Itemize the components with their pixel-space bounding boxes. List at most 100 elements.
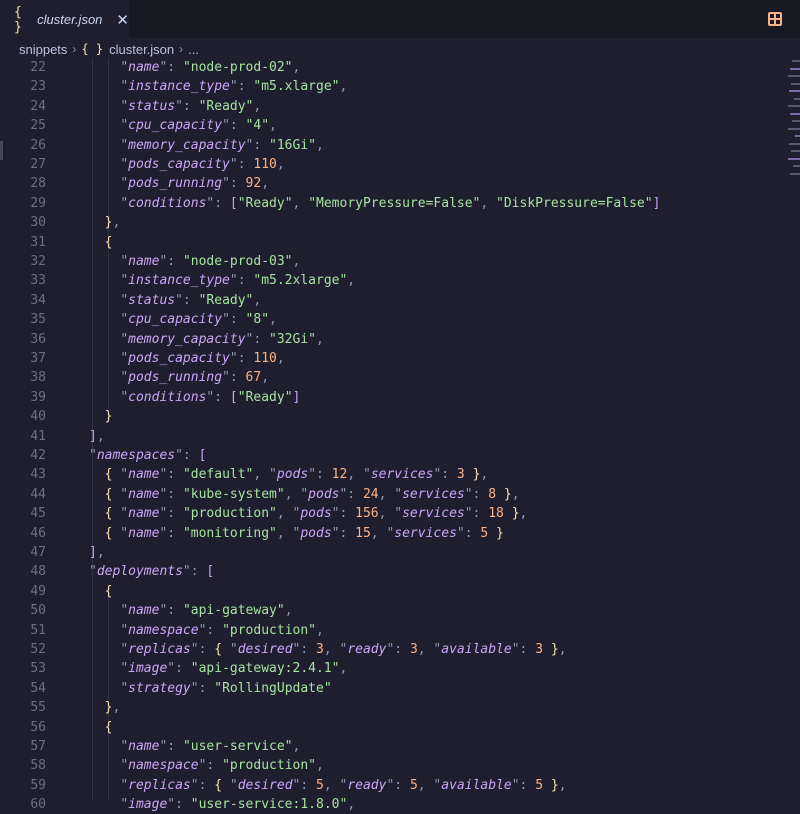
code-token: ": <box>206 389 230 405</box>
line-number: 38 <box>30 370 46 386</box>
breadcrumb-file[interactable]: cluster.json <box>109 42 174 57</box>
code-token: "production" <box>222 622 316 638</box>
code-text: "memory_capacity": "16Gi", <box>89 136 324 155</box>
line-number: 41 <box>30 428 46 444</box>
close-icon[interactable]: ✕ <box>116 11 129 29</box>
code-token: ": <box>222 312 246 328</box>
line-number: 45 <box>30 506 46 522</box>
code-token: , <box>316 622 324 638</box>
tab-title: cluster.json <box>37 12 103 27</box>
minimap-line <box>793 165 800 167</box>
code-token: [ <box>229 195 238 211</box>
code-token: " <box>120 642 129 657</box>
code-token: " <box>120 195 129 211</box>
code-token: ": <box>229 351 254 366</box>
line-number: 47 <box>30 545 46 560</box>
code-token: 8 <box>488 486 497 502</box>
code-token: services <box>394 525 457 541</box>
code-text: { <box>89 233 113 252</box>
code-token: services <box>402 486 465 502</box>
code-token: "node-prod-02" <box>182 60 293 75</box>
code-token: , <box>558 777 567 793</box>
line-number: 28 <box>30 176 46 192</box>
code-token: ": <box>159 254 183 269</box>
code-token: 18 <box>488 506 504 522</box>
code-token: cpu_capacity <box>128 312 223 328</box>
code-token: " <box>222 777 238 793</box>
code-token: ] <box>89 428 97 444</box>
code-token: "Ready" <box>198 98 254 114</box>
code-text: "cpu_capacity": "4", <box>89 116 277 135</box>
line-number: 53 <box>30 661 46 677</box>
code-token: " <box>89 564 97 580</box>
minimap[interactable] <box>786 58 800 183</box>
line-number: 40 <box>30 409 46 425</box>
breadcrumb-symbol[interactable]: ... <box>188 42 199 57</box>
breadcrumb: snippets › { } cluster.json › ... <box>0 38 800 60</box>
code-token: " <box>120 603 129 619</box>
code-text: "namespaces": [ <box>89 446 206 465</box>
code-token: strategy <box>128 680 191 696</box>
code-token: available <box>441 777 512 793</box>
code-text: "memory_capacity": "32Gi", <box>89 330 324 349</box>
tab-cluster-json[interactable]: { } cluster.json ✕ <box>0 0 129 38</box>
code-token: ": <box>167 797 191 813</box>
code-token: ": <box>292 642 317 657</box>
code-token: " <box>120 389 129 405</box>
code-token: "8" <box>245 312 270 328</box>
minimap-line <box>789 90 800 92</box>
line-number: 54 <box>30 680 46 696</box>
code-token: ": <box>206 195 230 211</box>
line-number: 49 <box>30 583 46 599</box>
minimap-line <box>788 157 800 160</box>
code-token: ": <box>159 603 183 619</box>
code-token: , " <box>323 642 348 657</box>
code-token: " <box>120 137 129 153</box>
code-token: 110 <box>253 351 277 366</box>
code-text: { "name": "default", "pods": 12, "servic… <box>89 465 489 484</box>
code-token: , <box>253 292 262 308</box>
minimap-line <box>791 82 800 85</box>
code-editor[interactable]: 22 "name": "node-prod-02", 23 "instance_t… <box>0 58 800 812</box>
code-token: ": <box>511 777 536 793</box>
code-token: ready <box>347 642 387 657</box>
code-token: ": <box>190 642 215 657</box>
code-token: 110 <box>253 157 277 172</box>
line-number: 23 <box>30 79 46 95</box>
code-token: services <box>402 506 465 522</box>
code-token: , <box>112 700 121 716</box>
code-text: "image": "user-service:1.8.0", <box>89 795 355 814</box>
code-text: "conditions": ["Ready"] <box>89 388 300 407</box>
code-text: "conditions": ["Ready", "MemoryPressure=… <box>89 194 660 213</box>
breadcrumb-folder[interactable]: snippets <box>19 42 67 57</box>
code-token: } <box>550 642 559 657</box>
code-text: "namespace": "production", <box>89 621 324 640</box>
line-number: 57 <box>30 739 46 754</box>
code-token: , <box>292 60 301 75</box>
open-preview-icon[interactable] <box>768 12 782 26</box>
code-token: , " <box>378 486 403 502</box>
line-number: 27 <box>30 157 46 172</box>
code-text: "status": "Ready", <box>89 291 261 310</box>
code-token: , <box>316 758 324 774</box>
code-text: { "name": "kube-system", "pods": 24, "se… <box>89 485 520 504</box>
code-token: 156 <box>355 506 379 522</box>
code-token: image <box>128 797 168 813</box>
minimap-line <box>788 105 800 107</box>
minimap-line <box>790 67 800 70</box>
code-token: services <box>370 467 434 483</box>
code-token: { <box>104 583 113 599</box>
code-token: ": <box>159 739 183 754</box>
code-token: " <box>222 642 238 657</box>
code-token: conditions <box>128 195 207 211</box>
code-token: name <box>128 603 160 619</box>
code-token: " <box>120 739 129 754</box>
code-token: " <box>120 157 129 172</box>
code-text: ], <box>89 427 105 446</box>
minimap-line <box>790 112 800 115</box>
